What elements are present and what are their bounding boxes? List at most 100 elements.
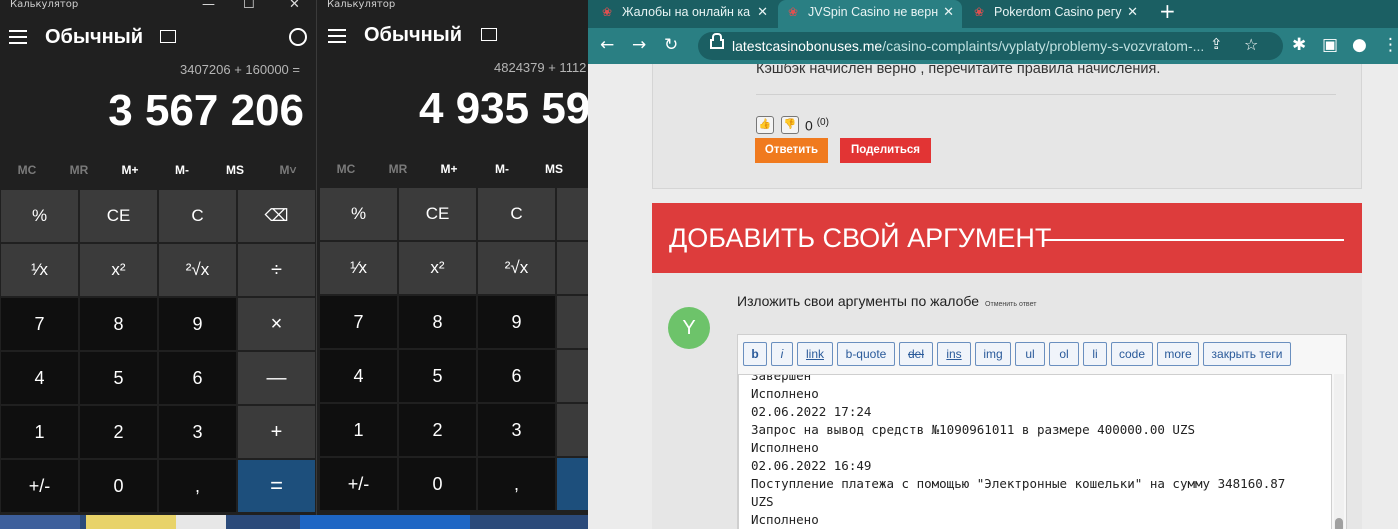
reciprocal-button[interactable]: ¹⁄x: [1, 244, 78, 296]
digit-7-button[interactable]: 7: [320, 296, 397, 348]
thumbs-down-icon[interactable]: 👎: [781, 116, 799, 134]
quicktag-ins-button[interactable]: ins: [937, 342, 971, 366]
digit-3-button[interactable]: 3: [478, 404, 555, 456]
backspace-button[interactable]: ⌫: [238, 190, 315, 242]
quicktag-more-button[interactable]: more: [1157, 342, 1199, 366]
scrollbar-thumb[interactable]: [1335, 518, 1343, 529]
minus-button[interactable]: —: [238, 352, 315, 404]
plus-button[interactable]: [557, 404, 588, 456]
reciprocal-button[interactable]: ¹⁄x: [320, 242, 397, 294]
decimal-button[interactable]: ,: [478, 458, 555, 510]
digit-5-button[interactable]: 5: [399, 350, 476, 402]
keep-on-top-icon[interactable]: [481, 28, 497, 41]
sqrt-button[interactable]: ²√x: [159, 244, 236, 296]
digit-2-button[interactable]: 2: [80, 406, 157, 458]
digit-0-button[interactable]: 0: [80, 460, 157, 512]
minus-button[interactable]: [557, 350, 588, 402]
textarea-scrollbar[interactable]: [1334, 374, 1344, 529]
quicktag-del-button[interactable]: del: [899, 342, 933, 366]
thumbs-up-icon[interactable]: 👍: [756, 116, 774, 134]
quicktag-close-tags-button[interactable]: закрыть теги: [1203, 342, 1291, 366]
close-tab-icon[interactable]: ✕: [757, 0, 768, 24]
digit-0-button[interactable]: 0: [399, 458, 476, 510]
maximize-icon[interactable]: ☐: [243, 0, 255, 12]
equals-button[interactable]: =: [238, 460, 315, 512]
tab-complaints[interactable]: ❀ Жалобы на онлайн ка ✕: [592, 0, 776, 28]
tab-jvspin[interactable]: ❀ JVSpin Casino не верн ✕: [778, 0, 962, 28]
extensions-icon[interactable]: ✱: [1292, 35, 1306, 55]
quicktag-img-button[interactable]: img: [975, 342, 1011, 366]
clear-entry-button[interactable]: CE: [399, 188, 476, 240]
mr-button[interactable]: MR: [53, 163, 105, 177]
clear-entry-button[interactable]: CE: [80, 190, 157, 242]
divide-button[interactable]: ÷: [238, 244, 315, 296]
close-tab-icon[interactable]: ✕: [943, 0, 954, 24]
plus-button[interactable]: +: [238, 406, 315, 458]
negate-button[interactable]: +/-: [320, 458, 397, 510]
new-tab-icon[interactable]: +: [1159, 0, 1176, 22]
percent-button[interactable]: %: [1, 190, 78, 242]
digit-1-button[interactable]: 1: [1, 406, 78, 458]
backspace-button[interactable]: [557, 188, 588, 240]
share-button[interactable]: Поделиться: [840, 138, 931, 163]
quicktag-bold-button[interactable]: b: [743, 342, 767, 366]
digit-1-button[interactable]: 1: [320, 404, 397, 456]
digit-4-button[interactable]: 4: [320, 350, 397, 402]
sqrt-button[interactable]: ²√x: [478, 242, 555, 294]
digit-3-button[interactable]: 3: [159, 406, 236, 458]
side-panel-icon[interactable]: ▣: [1322, 35, 1338, 55]
m-minus-button[interactable]: M-: [476, 162, 528, 176]
digit-4-button[interactable]: 4: [1, 352, 78, 404]
cancel-reply-link[interactable]: Отменить ответ: [985, 301, 1036, 308]
digit-6-button[interactable]: 6: [478, 350, 555, 402]
square-button[interactable]: x²: [399, 242, 476, 294]
equals-button[interactable]: [557, 458, 588, 510]
ms-button[interactable]: MS: [528, 162, 580, 176]
m-plus-button[interactable]: M+: [423, 162, 475, 176]
quicktag-ol-button[interactable]: ol: [1049, 342, 1079, 366]
m-plus-button[interactable]: M+: [104, 163, 156, 177]
digit-6-button[interactable]: 6: [159, 352, 236, 404]
history-icon[interactable]: [289, 28, 307, 46]
divide-button[interactable]: [557, 242, 588, 294]
multiply-button[interactable]: [557, 296, 588, 348]
menu-dots-icon[interactable]: ⋮: [1382, 35, 1398, 55]
menu-icon[interactable]: [9, 30, 27, 48]
bookmark-star-icon[interactable]: ☆: [1244, 35, 1258, 54]
multiply-button[interactable]: ×: [238, 298, 315, 350]
tab-pokerdom[interactable]: ❀ Pokerdom Casino регу ✕: [964, 0, 1146, 28]
menu-icon[interactable]: [328, 29, 346, 47]
forward-icon[interactable]: →: [632, 35, 646, 55]
comment-textarea[interactable]: Завершен Исполнено 02.06.2022 17:24 Запр…: [738, 374, 1332, 529]
digit-5-button[interactable]: 5: [80, 352, 157, 404]
digit-2-button[interactable]: 2: [399, 404, 476, 456]
back-icon[interactable]: ←: [600, 35, 614, 55]
reply-button[interactable]: Ответить: [755, 138, 828, 163]
digit-7-button[interactable]: 7: [1, 298, 78, 350]
quicktag-bquote-button[interactable]: b-quote: [837, 342, 895, 366]
clear-button[interactable]: C: [159, 190, 236, 242]
digit-8-button[interactable]: 8: [80, 298, 157, 350]
close-icon[interactable]: ✕: [289, 0, 300, 12]
quicktag-ul-button[interactable]: ul: [1015, 342, 1045, 366]
quicktag-italic-button[interactable]: i: [771, 342, 793, 366]
minimize-icon[interactable]: —: [202, 0, 215, 12]
mc-button[interactable]: MC: [320, 162, 372, 176]
digit-9-button[interactable]: 9: [478, 296, 555, 348]
quicktag-link-button[interactable]: link: [797, 342, 833, 366]
m-minus-button[interactable]: M-: [156, 163, 208, 177]
reload-icon[interactable]: ↻: [664, 35, 678, 55]
profile-icon[interactable]: ●: [1352, 35, 1367, 55]
clear-button[interactable]: C: [478, 188, 555, 240]
digit-9-button[interactable]: 9: [159, 298, 236, 350]
keep-on-top-icon[interactable]: [160, 30, 176, 43]
address-bar[interactable]: latestcasinobonuses.me/casino-complaints…: [698, 32, 1283, 60]
ms-button[interactable]: MS: [209, 163, 261, 177]
memory-list-button[interactable]: M˅: [262, 163, 314, 177]
quicktag-li-button[interactable]: li: [1083, 342, 1107, 366]
quicktag-code-button[interactable]: code: [1111, 342, 1153, 366]
share-icon[interactable]: ⇪: [1210, 35, 1223, 53]
mc-button[interactable]: MC: [1, 163, 53, 177]
percent-button[interactable]: %: [320, 188, 397, 240]
negate-button[interactable]: +/-: [1, 460, 78, 512]
